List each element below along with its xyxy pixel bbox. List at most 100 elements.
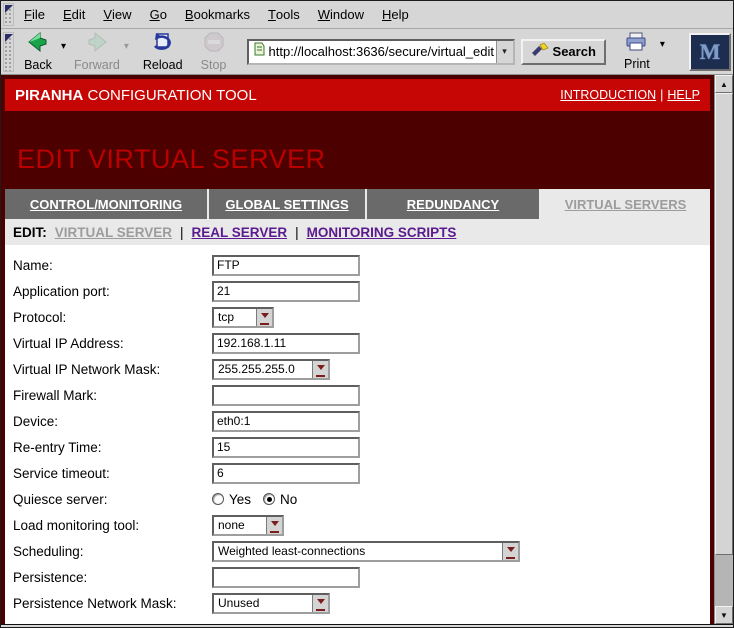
scheduling-selected-value: Weighted least-connections [214,544,502,558]
select-dropdown-icon[interactable] [312,361,328,378]
scheduling-label: Scheduling: [13,544,212,559]
select-dropdown-icon[interactable] [502,543,518,560]
scrollbar-trough[interactable] [715,555,733,606]
re-entry-time-label: Re-entry Time: [13,440,212,455]
subnav-monitoring-scripts-link[interactable]: MONITORING SCRIPTS [307,225,457,240]
persistence-label: Persistence: [13,570,212,585]
stop-button[interactable]: Stop [191,30,237,74]
edit-prefix: EDIT: [13,225,47,240]
window-bottom-edge [1,624,733,627]
url-input[interactable] [269,44,496,59]
select-dropdown-icon[interactable] [256,309,272,326]
tab-redundancy[interactable]: REDUNDANCY [365,189,539,219]
menu-window[interactable]: Window [309,1,373,28]
form-row-quiesce-server: Quiesce server:YesNo [13,486,710,512]
form-row-device: Device: [13,408,710,434]
device-input[interactable] [212,411,360,432]
form-row-persistence: Persistence: [13,564,710,590]
subnav-real-server-link[interactable]: REAL SERVER [192,225,288,240]
forward-label: Forward [74,58,120,72]
scroll-up-icon[interactable]: ▲ [715,75,733,93]
print-dropdown-icon[interactable]: ▾ [660,39,665,50]
subnav-virtual-server-link[interactable]: VIRTUAL SERVER [55,225,172,240]
quiesce-server-radio-no[interactable] [263,493,275,505]
persistence-network-mask-label: Persistence Network Mask: [13,596,212,611]
form-row-persistence-network-mask: Persistence Network Mask:Unused [13,590,710,616]
introduction-link[interactable]: INTRODUCTION [560,88,656,102]
service-timeout-label: Service timeout: [13,466,212,481]
menu-view[interactable]: View [94,1,140,28]
menu-bookmarks[interactable]: Bookmarks [176,1,259,28]
select-dropdown-icon[interactable] [312,595,328,612]
service-timeout-input[interactable] [212,463,360,484]
form-row-scheduling: Scheduling:Weighted least-connections [13,538,710,564]
form-row-virtual-ip-network-mask: Virtual IP Network Mask:255.255.255.0 [13,356,710,382]
scrollbar-thumb[interactable] [715,93,733,555]
mozilla-logo-letter: M [700,39,721,65]
back-button[interactable]: Back [15,30,61,74]
load-monitoring-tool-select[interactable]: none [212,515,284,536]
back-label: Back [24,58,52,72]
menu-file[interactable]: File [15,1,54,28]
name-input[interactable] [212,255,360,276]
brand-rest: CONFIGURATION TOOL [83,87,256,104]
application-port-input[interactable] [212,281,360,302]
quiesce-server-radio-yes[interactable] [212,493,224,505]
tab-global-settings[interactable]: GLOBAL SETTINGS [207,189,365,219]
stop-label: Stop [201,58,227,72]
protocol-selected-value: tcp [214,310,256,324]
virtual-ip-address-label: Virtual IP Address: [13,336,212,351]
form-row-re-entry-time: Re-entry Time: [13,434,710,460]
reload-button[interactable]: Reload [139,30,187,74]
url-dropdown-icon[interactable]: ▾ [496,41,513,63]
print-button[interactable]: Print [614,30,660,74]
tab-control-monitoring[interactable]: CONTROL/MONITORING [5,189,207,219]
toolbar-grippy[interactable] [3,32,14,72]
back-dropdown-icon[interactable]: ▾ [61,41,66,52]
firewall-mark-input[interactable] [212,385,360,406]
select-dropdown-icon[interactable] [266,517,282,534]
menu-edit[interactable]: Edit [54,1,94,28]
url-bar: ▾ [247,39,515,65]
help-link[interactable]: HELP [667,88,700,102]
protocol-label: Protocol: [13,310,212,325]
persistence-network-mask-select[interactable]: Unused [212,593,330,614]
persistence-input[interactable] [212,567,360,588]
virtual-ip-network-mask-label: Virtual IP Network Mask: [13,362,212,377]
printer-icon [625,32,649,57]
protocol-select[interactable]: tcp [212,307,274,328]
menu-bar: FileEditViewGoBookmarksToolsWindowHelp [1,1,733,29]
radio-option-label: No [280,492,297,507]
piranha-page: PIRANHA CONFIGURATION TOOL INTRODUCTION |… [1,75,714,624]
application-port-label: Application port: [13,284,212,299]
name-label: Name: [13,258,212,273]
virtual-ip-network-mask-select[interactable]: 255.255.255.0 [212,359,330,380]
menu-tools[interactable]: Tools [259,1,309,28]
persistence-network-mask-selected-value: Unused [214,596,312,610]
toolbar-grippy[interactable] [3,3,14,26]
scheduling-select[interactable]: Weighted least-connections [212,541,520,562]
mozilla-logo[interactable]: M [689,33,731,71]
browser-window: FileEditViewGoBookmarksToolsWindowHelp B… [0,0,734,628]
re-entry-time-input[interactable] [212,437,360,458]
tab-virtual-servers[interactable]: VIRTUAL SERVERS [539,189,710,219]
form-row-service-timeout: Service timeout: [13,460,710,486]
brand-title: PIRANHA CONFIGURATION TOOL [15,87,257,104]
forward-button[interactable]: Forward [70,30,124,74]
search-button[interactable]: Search [521,39,606,65]
menu-help[interactable]: Help [373,1,418,28]
virtual-server-form: Name:Application port:Protocol:tcpVirtua… [5,245,710,624]
virtual-ip-address-input[interactable] [212,333,360,354]
browser-content: PIRANHA CONFIGURATION TOOL INTRODUCTION |… [1,75,733,624]
flashlight-icon [531,43,549,60]
subnav-separator: | [295,225,299,240]
edit-subnav: EDIT: VIRTUAL SERVER|REAL SERVER|MONITOR… [5,219,710,245]
form-row-application-port: Application port: [13,278,710,304]
scroll-down-icon[interactable]: ▼ [715,606,733,624]
menu-go[interactable]: Go [141,1,176,28]
reload-icon [151,31,175,58]
forward-dropdown-icon[interactable]: ▾ [124,41,129,52]
print-label: Print [624,57,650,71]
form-row-firewall-mark: Firewall Mark: [13,382,710,408]
vertical-scrollbar: ▲ ▼ [714,75,733,624]
